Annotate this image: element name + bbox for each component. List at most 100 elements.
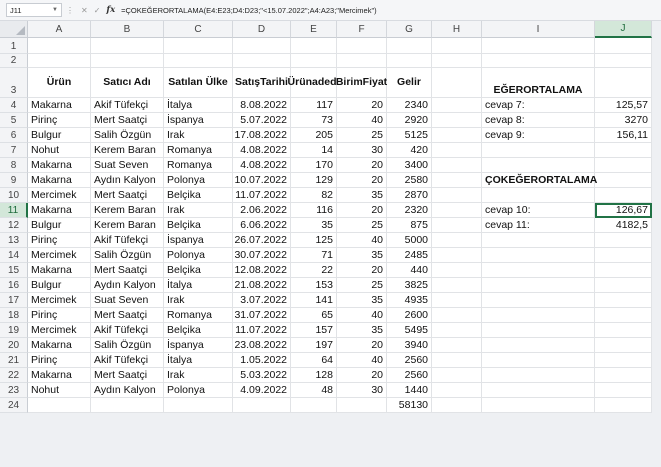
cell-b2[interactable] (91, 54, 164, 68)
row-header-7[interactable]: 7 (0, 143, 28, 158)
cell-i18[interactable] (482, 308, 595, 323)
cell-h3[interactable] (432, 68, 482, 98)
cell-d18[interactable]: 31.07.2022 (233, 308, 291, 323)
cell-c13[interactable]: İspanya (164, 233, 233, 248)
cell-e12[interactable]: 35 (291, 218, 337, 233)
insert-function-icon[interactable]: fx (106, 5, 115, 15)
cell-g17[interactable]: 4935 (387, 293, 432, 308)
cell-b13[interactable]: Akif Tüfekçi (91, 233, 164, 248)
select-all-button[interactable] (0, 21, 28, 38)
cell-c21[interactable]: İtalya (164, 353, 233, 368)
cell-a23[interactable]: Nohut (28, 383, 91, 398)
confirm-icon[interactable]: ✓ (94, 6, 101, 15)
cell-i8[interactable] (482, 158, 595, 173)
cell-i24[interactable] (482, 398, 595, 413)
cell-d5[interactable]: 5.07.2022 (233, 113, 291, 128)
cell-b3[interactable]: Satıcı Adı (91, 68, 164, 98)
cell-i19[interactable] (482, 323, 595, 338)
cell-b23[interactable]: Aydın Kalyon (91, 383, 164, 398)
column-header-f[interactable]: F (337, 21, 387, 38)
cell-j5[interactable]: 3270 (595, 113, 652, 128)
cell-b24[interactable] (91, 398, 164, 413)
column-header-b[interactable]: B (91, 21, 164, 38)
column-header-i[interactable]: I (482, 21, 595, 38)
cell-i6[interactable]: cevap 9: (482, 128, 595, 143)
cell-d20[interactable]: 23.08.2022 (233, 338, 291, 353)
cell-e15[interactable]: 22 (291, 263, 337, 278)
cell-d3[interactable]: Satış Tarihi (233, 68, 291, 98)
cell-f8[interactable]: 20 (337, 158, 387, 173)
cell-d9[interactable]: 10.07.2022 (233, 173, 291, 188)
cell-h1[interactable] (432, 38, 482, 54)
cell-c12[interactable]: Belçika (164, 218, 233, 233)
cell-h11[interactable] (432, 203, 482, 218)
cell-c11[interactable]: Irak (164, 203, 233, 218)
row-header-23[interactable]: 23 (0, 383, 28, 398)
cell-g4[interactable]: 2340 (387, 98, 432, 113)
cell-g8[interactable]: 3400 (387, 158, 432, 173)
cell-g19[interactable]: 5495 (387, 323, 432, 338)
cell-g18[interactable]: 2600 (387, 308, 432, 323)
cell-d11[interactable]: 2.06.2022 (233, 203, 291, 218)
row-header-20[interactable]: 20 (0, 338, 28, 353)
row-header-9[interactable]: 9 (0, 173, 28, 188)
cell-f12[interactable]: 25 (337, 218, 387, 233)
column-header-a[interactable]: A (28, 21, 91, 38)
cell-a17[interactable]: Mercimek (28, 293, 91, 308)
cell-c16[interactable]: İtalya (164, 278, 233, 293)
cell-i13[interactable] (482, 233, 595, 248)
cell-j16[interactable] (595, 278, 652, 293)
cell-e4[interactable]: 117 (291, 98, 337, 113)
cancel-icon[interactable]: ✕ (81, 6, 88, 15)
cell-c18[interactable]: Romanya (164, 308, 233, 323)
cell-e7[interactable]: 14 (291, 143, 337, 158)
cell-e19[interactable]: 157 (291, 323, 337, 338)
cell-a2[interactable] (28, 54, 91, 68)
cell-a22[interactable]: Makarna (28, 368, 91, 383)
row-header-17[interactable]: 17 (0, 293, 28, 308)
cell-h20[interactable] (432, 338, 482, 353)
cell-e3[interactable]: Ürün adedi (288, 68, 339, 98)
cell-f2[interactable] (337, 54, 387, 68)
cell-j2[interactable] (595, 54, 652, 68)
cell-j11[interactable]: 126,67 (595, 203, 652, 218)
cell-g22[interactable]: 2560 (387, 368, 432, 383)
cell-j14[interactable] (595, 248, 652, 263)
cell-d2[interactable] (233, 54, 291, 68)
row-header-16[interactable]: 16 (0, 278, 28, 293)
cell-h13[interactable] (432, 233, 482, 248)
cell-a1[interactable] (28, 38, 91, 54)
cell-j12[interactable]: 4182,5 (595, 218, 652, 233)
cell-e8[interactable]: 170 (291, 158, 337, 173)
cell-e11[interactable]: 116 (291, 203, 337, 218)
cell-d21[interactable]: 1.05.2022 (233, 353, 291, 368)
cell-e5[interactable]: 73 (291, 113, 337, 128)
cell-e21[interactable]: 64 (291, 353, 337, 368)
cell-f11[interactable]: 20 (337, 203, 387, 218)
cell-c14[interactable]: Polonya (164, 248, 233, 263)
cell-e16[interactable]: 153 (291, 278, 337, 293)
cell-b15[interactable]: Mert Saatçi (91, 263, 164, 278)
cell-c22[interactable]: Irak (164, 368, 233, 383)
cell-g23[interactable]: 1440 (387, 383, 432, 398)
row-header-24[interactable]: 24 (0, 398, 28, 413)
cell-c5[interactable]: İspanya (164, 113, 233, 128)
cell-d14[interactable]: 30.07.2022 (233, 248, 291, 263)
cell-c20[interactable]: İspanya (164, 338, 233, 353)
cell-b21[interactable]: Akif Tüfekçi (91, 353, 164, 368)
cell-h21[interactable] (432, 353, 482, 368)
cell-g6[interactable]: 5125 (387, 128, 432, 143)
cell-a11[interactable]: Makarna (28, 203, 91, 218)
cell-j7[interactable] (595, 143, 652, 158)
cell-i9[interactable]: ÇOKEĞERORTALAMA (482, 173, 597, 188)
cell-a21[interactable]: Pirinç (28, 353, 91, 368)
cell-j17[interactable] (595, 293, 652, 308)
cell-b8[interactable]: Suat Seven (91, 158, 164, 173)
cell-e1[interactable] (291, 38, 337, 54)
cell-g7[interactable]: 420 (387, 143, 432, 158)
cell-g11[interactable]: 2320 (387, 203, 432, 218)
cell-e14[interactable]: 71 (291, 248, 337, 263)
cell-e13[interactable]: 125 (291, 233, 337, 248)
cell-d24[interactable] (233, 398, 291, 413)
cell-e17[interactable]: 141 (291, 293, 337, 308)
